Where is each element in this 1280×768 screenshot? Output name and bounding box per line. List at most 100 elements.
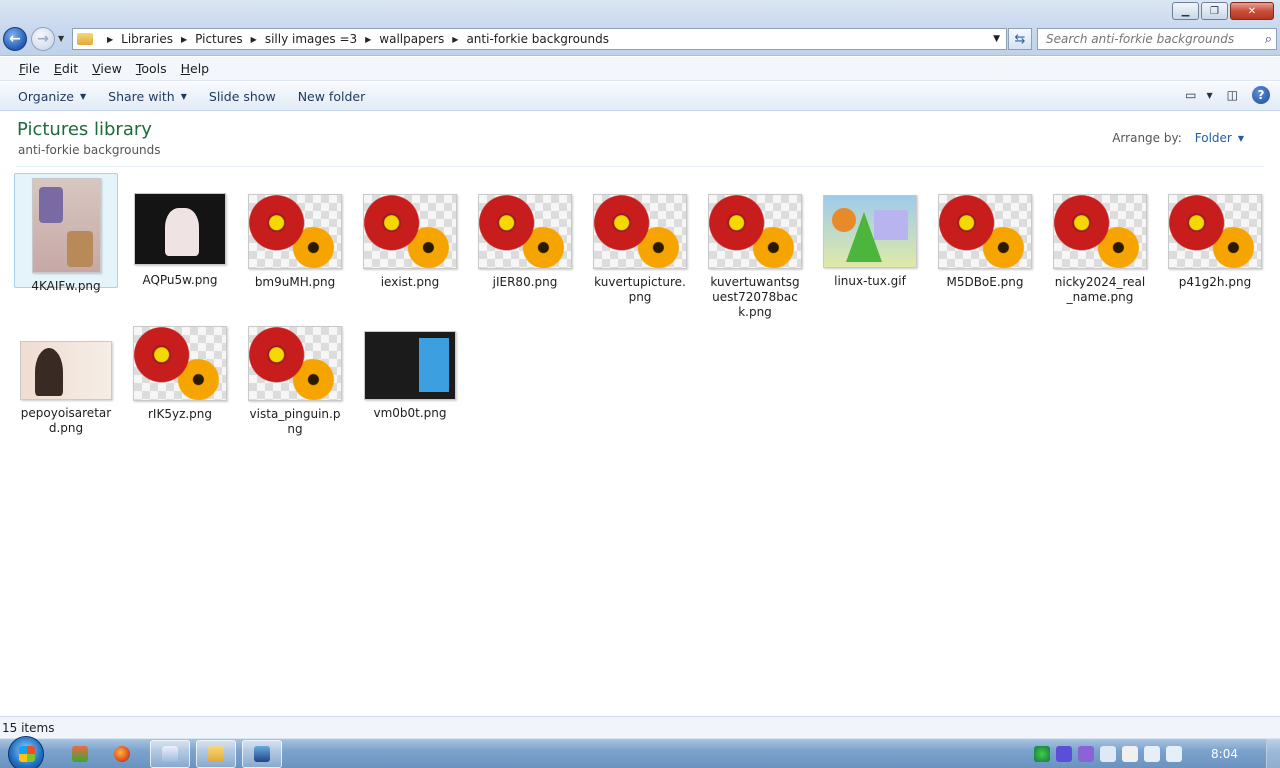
breadcrumb-item[interactable]: wallpapers ▶ xyxy=(379,32,466,46)
thumbnail xyxy=(363,194,457,269)
file-item[interactable]: M5DBoE.png xyxy=(933,194,1037,290)
file-name: bm9uMH.png xyxy=(254,275,336,289)
taskbar-explorer[interactable] xyxy=(196,740,236,768)
taskbar: 8:04 xyxy=(0,736,1280,768)
arrange-by-dropdown[interactable]: Folder xyxy=(1195,131,1232,145)
microphone-icon[interactable] xyxy=(1056,746,1073,762)
breadcrumb-item[interactable]: anti-forkie backgrounds xyxy=(466,32,609,46)
flag-icon[interactable] xyxy=(1122,746,1139,762)
taskbar-app-5[interactable] xyxy=(242,740,282,768)
breadcrumb-item[interactable]: Pictures ▶ xyxy=(195,32,265,46)
search-icon[interactable]: ⌕ xyxy=(1265,32,1272,47)
document-icon[interactable] xyxy=(1100,746,1117,762)
thumbnail xyxy=(708,194,802,269)
library-title: Pictures library xyxy=(17,119,152,140)
library-subtitle: anti-forkie backgrounds xyxy=(18,143,161,157)
chevron-right-icon: ▶ xyxy=(107,34,114,44)
thumbnail xyxy=(938,194,1032,269)
file-name: vista_pinguin.png xyxy=(249,407,341,436)
file-name: pepoyoisaretard.png xyxy=(20,406,112,435)
network-globe-icon[interactable] xyxy=(1034,746,1051,762)
start-button[interactable] xyxy=(8,736,44,768)
chevron-down-icon[interactable]: ▼ xyxy=(1238,134,1244,145)
breadcrumb-root[interactable]: ▶ xyxy=(99,35,121,44)
forward-button[interactable]: → xyxy=(31,27,55,51)
help-button[interactable]: ? xyxy=(1252,86,1270,104)
breadcrumb-item[interactable]: Libraries ▶ xyxy=(121,32,195,46)
new-folder-button[interactable]: New folder xyxy=(298,89,366,104)
app-icon xyxy=(254,746,270,762)
file-item[interactable]: kuvertupicture.png xyxy=(588,194,692,305)
app-icon xyxy=(72,746,88,762)
minimize-button[interactable]: ▁ xyxy=(1172,2,1199,20)
chevron-down-icon: ▼ xyxy=(180,91,187,101)
search-input[interactable] xyxy=(1046,32,1256,46)
show-desktop-button[interactable] xyxy=(1266,739,1280,768)
file-name: rIK5yz.png xyxy=(147,407,213,421)
file-item[interactable]: vm0b0t.png xyxy=(358,331,462,421)
search-box[interactable]: ⌕ xyxy=(1037,28,1277,50)
menu-edit[interactable]: Edit xyxy=(54,61,78,76)
menu-view[interactable]: View xyxy=(92,61,122,76)
chevron-right-icon: ▶ xyxy=(365,34,372,44)
file-item[interactable]: vista_pinguin.png xyxy=(243,326,347,437)
file-item[interactable]: p41g2h.png xyxy=(1163,194,1267,290)
refresh-icon: ⇆ xyxy=(1014,31,1026,47)
breadcrumb-item[interactable]: silly images =3 ▶ xyxy=(265,32,379,46)
taskbar-app-3[interactable] xyxy=(150,740,190,768)
file-name: 4KAIFw.png xyxy=(31,279,101,293)
thumbnail xyxy=(1053,194,1147,269)
file-item[interactable]: pepoyoisaretard.png xyxy=(14,341,118,436)
menu-help[interactable]: Help xyxy=(181,61,210,76)
file-name: p41g2h.png xyxy=(1178,275,1252,289)
language-icon[interactable] xyxy=(1078,746,1095,762)
file-name: M5DBoE.png xyxy=(946,275,1024,289)
thumbnail xyxy=(20,341,112,400)
menu-file[interactable]: File xyxy=(19,61,40,76)
recent-pages-dropdown[interactable]: ▼ xyxy=(58,34,64,43)
menu-tools[interactable]: Tools xyxy=(136,61,167,76)
thumbnail xyxy=(133,326,227,401)
folder-icon xyxy=(77,33,93,45)
thumbnail xyxy=(823,195,917,268)
network-icon[interactable] xyxy=(1144,746,1161,762)
volume-icon[interactable] xyxy=(1166,746,1183,762)
clock[interactable]: 8:04 xyxy=(1211,747,1238,761)
slide-show-button[interactable]: Slide show xyxy=(209,89,276,104)
arrange-by: Arrange by: Folder ▼ xyxy=(1112,131,1244,145)
divider xyxy=(16,166,1264,167)
file-item[interactable]: AQPu5w.png xyxy=(128,193,232,288)
file-item[interactable]: bm9uMH.png xyxy=(243,194,347,290)
thumbnail xyxy=(134,193,226,265)
file-item[interactable]: nicky2024_real_name.png xyxy=(1048,194,1152,305)
file-item[interactable]: iexist.png xyxy=(358,194,462,290)
cube-shape xyxy=(874,210,908,240)
address-bar[interactable]: ▶ Libraries ▶ Pictures ▶ silly images =3 ▶ … xyxy=(72,28,1007,50)
file-name: iexist.png xyxy=(380,275,440,289)
back-button[interactable]: ← xyxy=(3,27,27,51)
file-item[interactable]: linux-tux.gif xyxy=(818,195,922,289)
share-with-button[interactable]: Share with ▼ xyxy=(108,89,187,104)
file-name: AQPu5w.png xyxy=(142,273,218,287)
close-button[interactable]: ✕ xyxy=(1230,2,1274,20)
address-dropdown-icon[interactable]: ▼ xyxy=(993,34,1000,44)
refresh-button[interactable]: ⇆ xyxy=(1008,28,1032,50)
thumbnail xyxy=(478,194,572,269)
thumbnail xyxy=(593,194,687,269)
file-name: nicky2024_real_name.png xyxy=(1054,275,1146,304)
back-arrow-icon: ← xyxy=(9,31,21,47)
file-item[interactable]: rIK5yz.png xyxy=(128,326,232,422)
file-item[interactable]: 4KAIFw.png xyxy=(14,173,118,293)
maximize-button[interactable]: ❐ xyxy=(1201,2,1228,20)
window-controls: ▁ ❐ ✕ xyxy=(1170,2,1274,20)
change-view-button[interactable]: ▭ ▼ xyxy=(1185,88,1213,102)
item-count: 15 items xyxy=(2,721,55,735)
organize-button[interactable]: Organize ▼ xyxy=(18,89,86,104)
forward-arrow-icon: → xyxy=(37,31,49,47)
taskbar-app-1[interactable] xyxy=(60,740,100,768)
file-item[interactable]: jIER80.png xyxy=(473,194,577,290)
title-bar: ▁ ❐ ✕ ← → ▼ ▶ Libraries ▶ Pictures ▶ silly… xyxy=(0,0,1280,56)
taskbar-firefox[interactable] xyxy=(102,740,142,768)
preview-pane-button[interactable]: ◫ xyxy=(1227,88,1238,102)
file-item[interactable]: kuvertuwantsguest72078back.png xyxy=(703,194,807,320)
